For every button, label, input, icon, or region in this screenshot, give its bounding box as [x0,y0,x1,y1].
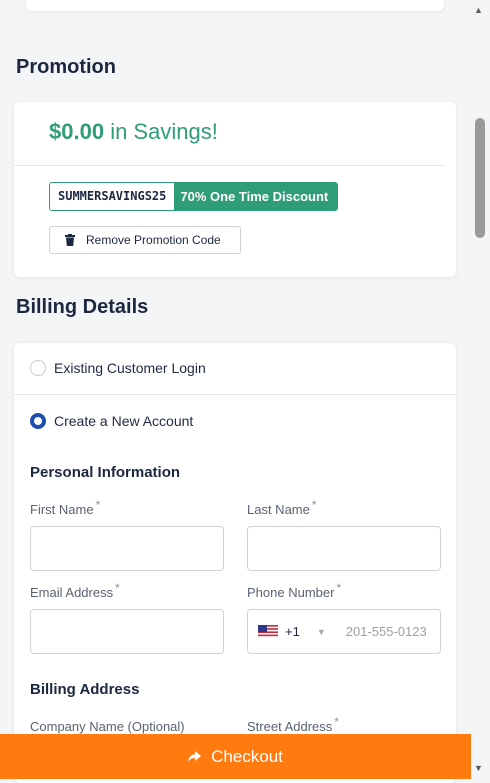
first-name-label: First Name * [30,498,100,517]
email-label-text: Email Address [30,585,114,600]
company-name-label: Company Name (Optional) [30,719,185,734]
phone-placeholder: 201-555-0123 [345,624,427,639]
first-name-label-text: First Name [30,502,94,517]
street-address-label: Street Address * [247,715,339,734]
required-mark: * [336,581,342,595]
email-field[interactable] [30,609,224,654]
phone-label: Phone Number * [247,581,341,600]
checkout-label: Checkout [211,746,283,766]
new-account-option[interactable]: Create a New Account [30,413,193,429]
promotion-card: $0.00 in Savings! SUMMERSAVINGS25 70% On… [14,102,456,277]
new-account-radio[interactable] [30,413,46,429]
billing-card: Existing Customer Login Create a New Acc… [14,343,456,783]
last-name-label-text: Last Name [247,502,310,517]
remove-promotion-label: Remove Promotion Code [86,233,221,247]
last-name-label: Last Name * [247,498,317,517]
scrollbar-thumb[interactable] [475,118,485,238]
savings-summary: $0.00 in Savings! [49,119,218,145]
trash-icon [65,234,75,246]
email-label: Email Address * [30,581,120,600]
required-mark: * [115,581,120,595]
required-mark: * [334,715,339,729]
phone-label-text: Phone Number [247,585,335,600]
divider [14,394,456,395]
savings-text: in Savings! [110,119,218,144]
promo-code-tag: SUMMERSAVINGS25 70% One Time Discount [49,182,339,211]
chevron-down-icon[interactable]: ▼ [317,627,326,637]
dial-code[interactable]: +1 [285,624,300,639]
scroll-down-arrow-icon[interactable]: ▼ [474,763,483,773]
previous-card [26,0,444,11]
promotion-title: Promotion [16,56,116,78]
personal-info-heading: Personal Information [30,464,181,481]
required-mark: * [95,498,101,512]
share-arrow-icon [188,751,202,762]
last-name-field[interactable] [247,526,441,571]
existing-customer-radio[interactable] [30,360,46,376]
new-account-label: Create a New Account [54,413,194,429]
first-name-field[interactable] [30,526,224,571]
scroll-up-arrow-icon[interactable]: ▲ [474,5,483,15]
scrollbar[interactable] [470,0,490,779]
checkout-button[interactable]: Checkout [0,734,471,779]
promo-discount-badge: 70% One Time Discount [174,183,338,210]
billing-address-heading: Billing Address [30,681,140,698]
existing-customer-label: Existing Customer Login [54,360,206,376]
street-address-label-text: Street Address [247,719,333,734]
existing-customer-option[interactable]: Existing Customer Login [30,360,206,376]
required-mark: * [311,498,317,512]
promo-code: SUMMERSAVINGS25 [50,183,175,210]
billing-title: Billing Details [16,296,149,318]
savings-amount: $0.00 [49,119,105,144]
phone-field[interactable]: +1 ▼ 201-555-0123 [247,609,441,654]
us-flag-icon[interactable] [258,625,278,638]
divider [14,165,446,166]
remove-promotion-button[interactable]: Remove Promotion Code [49,226,241,254]
